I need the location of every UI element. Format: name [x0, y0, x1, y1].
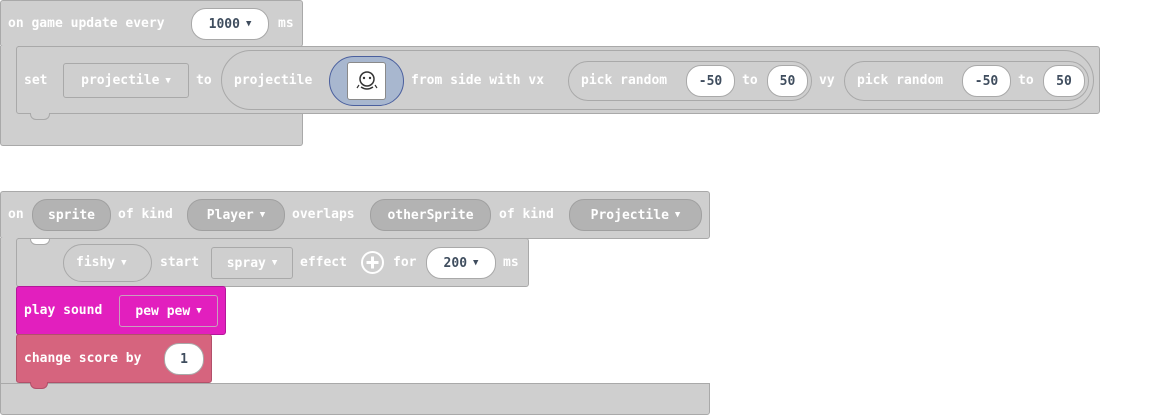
for-label: for	[393, 255, 417, 270]
score-delta-input[interactable]: 1	[164, 343, 204, 375]
from-side-label: from side with vx	[411, 73, 545, 88]
on-overlap-footer	[0, 383, 710, 415]
duration-unit: ms	[503, 255, 519, 270]
dropdown-caret-icon: ▼	[121, 257, 127, 268]
dropdown-caret-icon: ▼	[196, 306, 202, 316]
effect-target-dropdown[interactable]: fishy ▼	[76, 255, 127, 270]
to-label: to	[742, 73, 758, 88]
dropdown-caret-icon: ▼	[259, 210, 266, 220]
vy-max-input[interactable]: 50	[1043, 65, 1085, 97]
effect-label: effect	[300, 255, 347, 270]
change-score-label: change score by	[24, 351, 142, 366]
vx-min-input[interactable]: -50	[686, 65, 735, 97]
dropdown-caret-icon: ▼	[473, 258, 479, 268]
kind-dropdown-player[interactable]: Player ▼	[187, 199, 285, 231]
sprite-image-icon	[347, 62, 386, 100]
sprite-variable[interactable]: sprite	[32, 199, 111, 231]
statement-notch	[30, 113, 50, 120]
sprite-image-picker[interactable]	[329, 56, 404, 106]
vy-label: vy	[819, 73, 835, 88]
projectile-label: projectile	[234, 73, 313, 88]
duration-dropdown[interactable]: 200 ▼	[426, 247, 496, 279]
interval-unit: ms	[278, 16, 294, 31]
dropdown-caret-icon: ▼	[674, 210, 681, 220]
vy-min-input[interactable]: -50	[962, 65, 1011, 97]
to-label: to	[1018, 73, 1034, 88]
kind-dropdown-projectile[interactable]: Projectile ▼	[569, 199, 702, 231]
pick-random-label: pick random	[857, 73, 944, 88]
set-label: set	[24, 73, 48, 88]
pick-random-label: pick random	[581, 73, 668, 88]
plus-circle-icon[interactable]	[361, 251, 384, 274]
statement-notch	[30, 238, 50, 245]
on-game-update-label: on game update every	[8, 16, 165, 31]
to-label: to	[196, 73, 212, 88]
statement-notch	[30, 382, 48, 389]
dropdown-caret-icon: ▼	[245, 19, 252, 29]
play-sound-label: play sound	[24, 303, 103, 318]
other-sprite-variable[interactable]: otherSprite	[370, 199, 491, 231]
overlaps-label: overlaps	[292, 207, 355, 222]
interval-dropdown[interactable]: 1000 ▼	[191, 8, 269, 40]
dropdown-caret-icon: ▼	[165, 75, 171, 86]
vx-max-input[interactable]: 50	[767, 65, 808, 97]
on-label: on	[8, 207, 24, 222]
variable-dropdown[interactable]: projectile ▼	[63, 63, 189, 98]
dropdown-caret-icon: ▼	[271, 258, 278, 268]
of-kind-label: of kind	[118, 207, 173, 222]
effect-dropdown[interactable]: spray ▼	[211, 247, 293, 279]
sound-dropdown[interactable]: pew pew ▼	[119, 295, 218, 327]
start-label: start	[160, 255, 200, 270]
of-kind-label: of kind	[499, 207, 554, 222]
